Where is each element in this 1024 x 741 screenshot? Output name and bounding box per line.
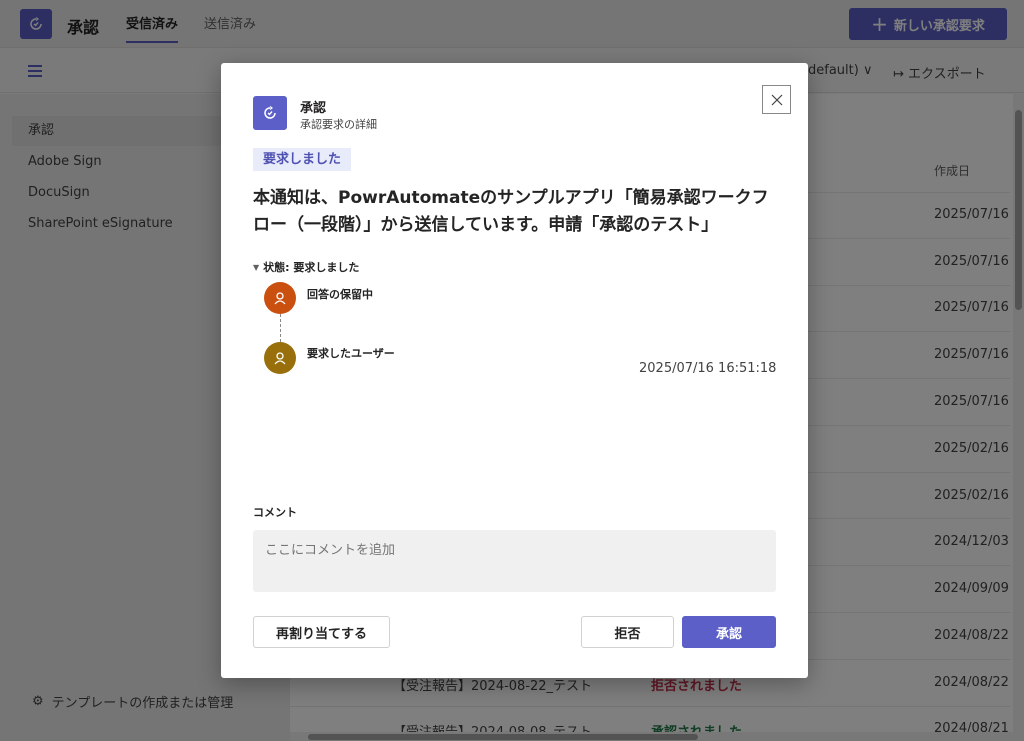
reassign-button[interactable]: 再割り当てする [253, 616, 390, 648]
close-icon [771, 94, 782, 105]
state-toggle[interactable]: ▼ 状態: 要求しました [253, 259, 359, 275]
reject-button[interactable]: 拒否 [581, 616, 674, 648]
person-icon [274, 352, 286, 365]
timeline-item-label: 回答の保留中 [307, 288, 373, 301]
state-label: 状態: 要求しました [263, 261, 360, 274]
timeline-connector [280, 314, 281, 342]
caret-down-icon: ▼ [253, 262, 260, 272]
avatar [264, 282, 296, 314]
timeline-item-label: 要求したユーザー [307, 347, 395, 360]
approvals-app-icon [253, 96, 287, 130]
comment-label: コメント [253, 506, 297, 519]
comment-input[interactable] [253, 530, 776, 592]
close-button[interactable] [762, 85, 791, 114]
dialog-app-name: 承認 [300, 101, 327, 116]
person-icon [274, 292, 286, 305]
approval-detail-dialog: 承認 承認要求の詳細 要求しました 本通知は、PowrAutomateのサンプル… [221, 63, 808, 678]
request-title: 本通知は、PowrAutomateのサンプルアプリ「簡易承認ワークフロー（一段階… [253, 188, 769, 235]
avatar [264, 342, 296, 374]
approve-button[interactable]: 承認 [682, 616, 776, 648]
dialog-subtitle: 承認要求の詳細 [300, 118, 377, 131]
timeline-timestamp: 2025/07/16 16:51:18 [639, 361, 777, 376]
status-badge: 要求しました [253, 148, 352, 171]
